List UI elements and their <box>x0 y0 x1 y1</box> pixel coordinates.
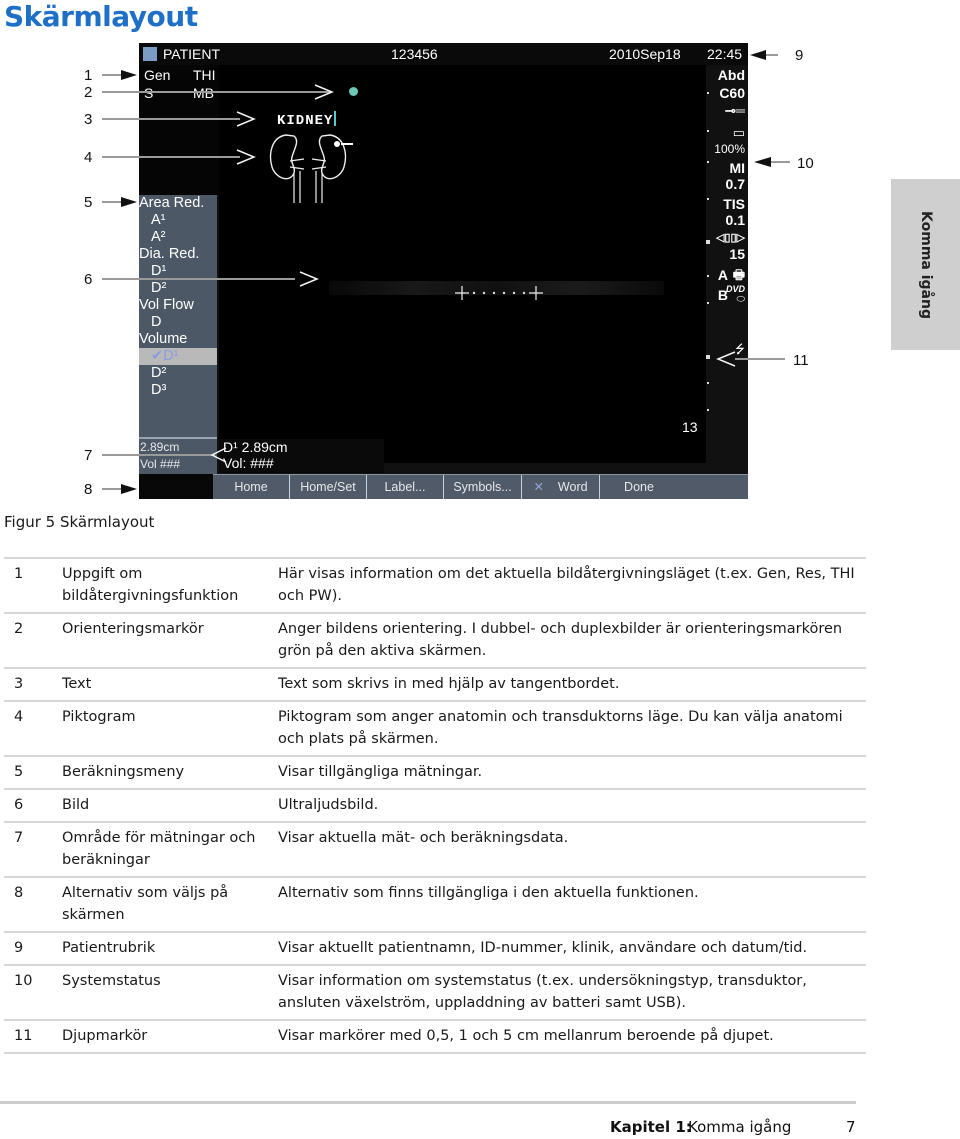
row-term: Orienteringsmarkör <box>62 621 204 637</box>
table-row: 7 Område för mätningar och beräkningar Vis… <box>4 821 866 876</box>
chapter-side-tab: Komma igång <box>891 179 960 350</box>
row-description: Visar tillgängliga mätningar. <box>278 764 483 780</box>
table-row: 11 Djupmarkör Visar markörer med 0,5, 1 oc… <box>4 1019 866 1054</box>
row-description: Visar markörer med 0,5, 1 och 5 cm mella… <box>278 1028 774 1044</box>
row-description: Text som skrivs in med hjälp av tangentb… <box>278 676 620 692</box>
row-term: Bild <box>62 797 90 813</box>
row-description: Visar aktuellt patientnamn, ID-nummer, k… <box>278 940 808 956</box>
table-row: 9 Patientrubrik Visar aktuellt patientnamn… <box>4 931 866 964</box>
row-number: 7 <box>14 830 24 846</box>
footer-chapter-label: Kapitel 1: <box>610 1118 692 1136</box>
table-row: 6 Bild Ultraljudsbild. <box>4 788 866 821</box>
row-description: Alternativ som finns tillgängliga i den … <box>278 885 699 901</box>
table-row: 2 Orienteringsmarkör Anger bildens oriente… <box>4 612 866 667</box>
table-row: 4 Piktogram Piktogram som anger anatomin o… <box>4 700 866 755</box>
row-term: Djupmarkör <box>62 1028 148 1044</box>
row-description: Visar information om systemstatus (t.ex.… <box>278 973 807 1011</box>
row-term: Område för mätningar och beräkningar <box>62 830 256 868</box>
row-number: 5 <box>14 764 24 780</box>
footer-chapter-title: Komma igång <box>688 1118 792 1136</box>
legend-table: 1 Uppgift om bildåtergivningsfunktion Här … <box>4 557 866 1054</box>
row-term: Piktogram <box>62 709 136 725</box>
row-description: Här visas information om det aktuella bi… <box>278 566 855 604</box>
table-row: 3 Text Text som skrivs in med hjälp av tan… <box>4 667 866 700</box>
row-term: Systemstatus <box>62 973 161 989</box>
table-row: 1 Uppgift om bildåtergivningsfunktion Här … <box>4 557 866 612</box>
row-description: Piktogram som anger anatomin och transdu… <box>278 709 843 747</box>
row-number: 1 <box>14 566 24 582</box>
figure-caption: Figur 5 Skärmlayout <box>4 513 155 531</box>
row-term: Uppgift om bildåtergivningsfunktion <box>62 566 239 604</box>
table-row: 8 Alternativ som väljs på skärmen Alternat… <box>4 876 866 931</box>
row-term: Alternativ som väljs på skärmen <box>62 885 229 923</box>
footer-divider <box>0 1101 856 1104</box>
row-number: 9 <box>14 940 24 956</box>
row-term: Text <box>62 676 92 692</box>
row-description: Visar aktuella mät- och beräkningsdata. <box>278 830 569 846</box>
row-description: Ultraljudsbild. <box>278 797 379 813</box>
page-number: 7 <box>846 1118 856 1136</box>
table-row: 5 Beräkningsmeny Visar tillgängliga mätnin… <box>4 755 866 788</box>
callout-leaders <box>102 50 790 494</box>
row-number: 11 <box>14 1028 33 1044</box>
row-number: 2 <box>14 621 24 637</box>
row-term: Beräkningsmeny <box>62 764 185 780</box>
row-number: 6 <box>14 797 24 813</box>
chapter-side-tab-label: Komma igång <box>917 210 934 319</box>
table-row: 10 Systemstatus Visar information om syste… <box>4 964 866 1019</box>
row-term: Patientrubrik <box>62 940 156 956</box>
row-number: 4 <box>14 709 24 725</box>
row-number: 8 <box>14 885 24 901</box>
row-number: 3 <box>14 676 24 692</box>
row-number: 10 <box>14 973 33 989</box>
row-description: Anger bildens orientering. I dubbel- och… <box>278 621 843 659</box>
